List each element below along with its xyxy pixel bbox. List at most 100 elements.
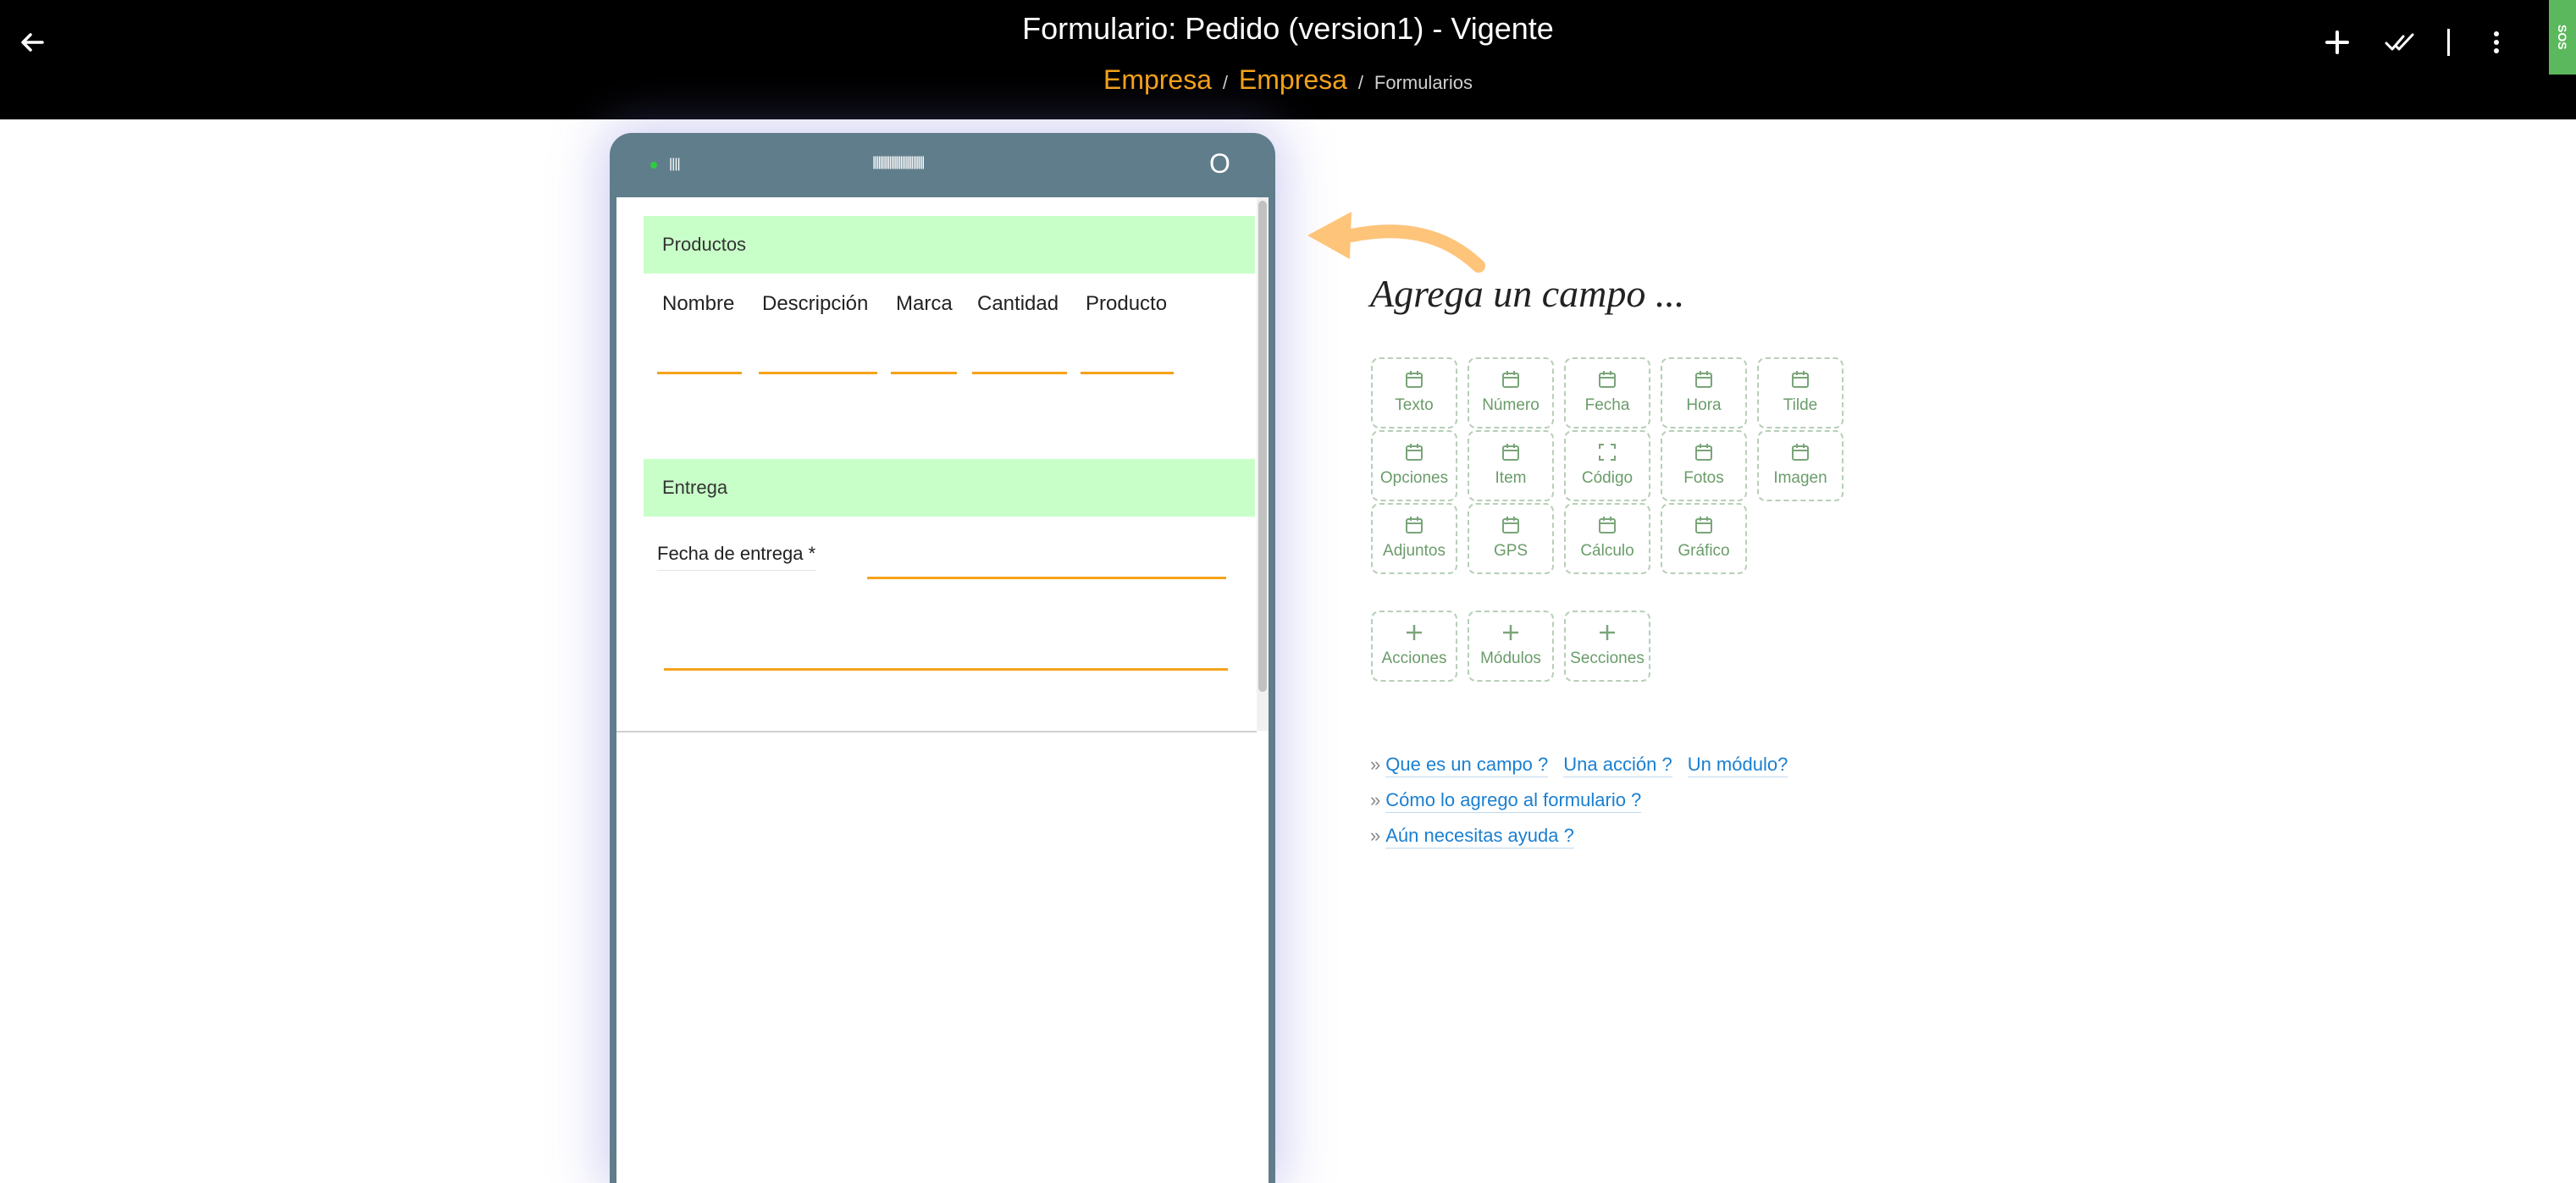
- marca-input[interactable]: [891, 372, 957, 374]
- help-link-necesitas-ayuda[interactable]: Aún necesitas ayuda ?: [1385, 825, 1574, 849]
- tile-label: Cálculo: [1580, 542, 1634, 560]
- phone-camera-icon: O: [1209, 148, 1230, 179]
- field-type-tile[interactable]: Fecha: [1564, 357, 1650, 428]
- column-header-descripcion: Descripción: [762, 292, 869, 315]
- help-line-2: » Cómo lo agrego al formulario ?: [1370, 789, 1656, 813]
- sos-button[interactable]: SOS: [2549, 0, 2576, 75]
- field-type-tile[interactable]: Item: [1468, 430, 1554, 501]
- publish-button[interactable]: [2380, 22, 2420, 63]
- status-dot-icon: [650, 162, 657, 169]
- tile-label: Número: [1482, 396, 1540, 414]
- breadcrumb-link-empresa-1[interactable]: Empresa: [1103, 64, 1212, 95]
- calendar-icon: [1694, 368, 1714, 391]
- calendar-icon: [1597, 513, 1617, 537]
- phone-preview: |||| |||||||||||||||||||||||||||| O Prod…: [610, 133, 1275, 1183]
- section-title: Productos: [662, 234, 747, 255]
- tile-label: Texto: [1395, 396, 1434, 414]
- producto-input[interactable]: [1081, 372, 1174, 374]
- breadcrumb-separator: /: [1357, 72, 1363, 93]
- calendar-icon: [1790, 368, 1810, 391]
- field-type-tile[interactable]: Cálculo: [1564, 503, 1650, 574]
- calendar-icon: [1404, 368, 1424, 391]
- calendar-icon: [1597, 368, 1617, 391]
- tile-label: Item: [1495, 469, 1527, 487]
- help-link-que-es-campo[interactable]: Que es un campo ?: [1385, 754, 1549, 777]
- fecha-entrega-input[interactable]: [867, 577, 1226, 579]
- add-field-heading: Agrega un campo ...: [1370, 272, 1685, 315]
- tile-label: Acciones: [1381, 650, 1447, 667]
- plus-icon: [1404, 621, 1424, 644]
- calendar-icon: [1501, 368, 1521, 391]
- calendar-icon: [1404, 513, 1424, 537]
- help-bullet: »: [1370, 754, 1381, 775]
- help-line-1: » Que es un campo ? Una acción ? Un módulo?: [1370, 754, 1803, 777]
- curved-arrow-icon: [1307, 212, 1485, 273]
- field-type-tile[interactable]: Hora: [1661, 357, 1747, 428]
- field-type-tile[interactable]: Gráfico: [1661, 503, 1747, 574]
- help-line-3: » Aún necesitas ayuda ?: [1370, 825, 1589, 849]
- cantidad-input[interactable]: [972, 372, 1067, 374]
- section-title: Entrega: [662, 477, 728, 498]
- add-type-tile[interactable]: Acciones: [1371, 611, 1457, 682]
- help-bullet: »: [1370, 789, 1381, 810]
- field-type-tile[interactable]: GPS: [1468, 503, 1554, 574]
- double-check-icon: [2385, 33, 2414, 51]
- section-header-productos[interactable]: Productos: [644, 216, 1255, 274]
- field-type-tile[interactable]: Código: [1564, 430, 1650, 501]
- plus-icon: [2325, 30, 2349, 54]
- help-link-una-accion[interactable]: Una acción ?: [1563, 754, 1672, 777]
- help-bullet: »: [1370, 825, 1381, 846]
- plus-icon: [1597, 621, 1617, 644]
- top-bar: Formulario: Pedido (version1) - Vigente …: [0, 0, 2576, 119]
- field-type-tile[interactable]: Imagen: [1757, 430, 1844, 501]
- signal-icon: ||||: [669, 157, 681, 171]
- column-header-nombre: Nombre: [662, 292, 735, 315]
- form-canvas: Productos Nombre Descripción Marca Canti…: [616, 197, 1257, 732]
- field-type-tile[interactable]: Opciones: [1371, 430, 1457, 501]
- calendar-icon: [1694, 513, 1714, 537]
- phone-speaker-bars: ||||||||||||||||||||||||||||: [872, 155, 925, 169]
- tile-label: Módulos: [1480, 650, 1541, 667]
- field-type-tile[interactable]: Texto: [1371, 357, 1457, 428]
- field-type-tile[interactable]: Fotos: [1661, 430, 1747, 501]
- help-link-como-agrego[interactable]: Cómo lo agrego al formulario ?: [1385, 789, 1642, 813]
- tile-label: Secciones: [1570, 650, 1645, 667]
- breadcrumb-link-empresa-2[interactable]: Empresa: [1239, 64, 1347, 95]
- calendar-icon: [1404, 440, 1424, 464]
- calendar-icon: [1501, 440, 1521, 464]
- toolbar-divider: [2447, 29, 2450, 56]
- more-menu-button[interactable]: [2476, 22, 2517, 63]
- tile-label: Adjuntos: [1383, 542, 1446, 560]
- calendar-icon: [1790, 440, 1810, 464]
- tile-label: Código: [1581, 469, 1633, 487]
- field-type-tile[interactable]: Tilde: [1757, 357, 1844, 428]
- breadcrumb: Empresa / Empresa / Formularios: [0, 61, 2576, 102]
- fecha-entrega-extra-input[interactable]: [664, 668, 1228, 671]
- fecha-entrega-label: Fecha de entrega *: [657, 543, 816, 571]
- calendar-icon: [1694, 440, 1714, 464]
- tile-label: Imagen: [1773, 469, 1827, 487]
- form-scrollbar[interactable]: [1257, 197, 1269, 731]
- column-header-cantidad: Cantidad: [977, 292, 1059, 315]
- nombre-input[interactable]: [657, 372, 742, 374]
- column-header-marca: Marca: [896, 292, 953, 315]
- tile-label: Fecha: [1584, 396, 1630, 414]
- tile-label: GPS: [1493, 542, 1528, 560]
- add-button[interactable]: [2317, 22, 2358, 63]
- field-type-tile[interactable]: Adjuntos: [1371, 503, 1457, 574]
- plus-icon: [1501, 621, 1521, 644]
- descripcion-input[interactable]: [759, 372, 877, 374]
- phone-status-bar: |||| |||||||||||||||||||||||||||| O: [610, 133, 1275, 197]
- page-title: Formulario: Pedido (version1) - Vigente: [1022, 11, 1554, 46]
- tile-label: Gráfico: [1678, 542, 1730, 560]
- scan-icon: [1597, 440, 1617, 464]
- breadcrumb-separator: /: [1222, 72, 1229, 93]
- add-type-tile[interactable]: Módulos: [1468, 611, 1554, 682]
- section-header-entrega[interactable]: Entrega: [644, 459, 1255, 517]
- scrollbar-thumb[interactable]: [1258, 201, 1267, 692]
- add-type-tile[interactable]: Secciones: [1564, 611, 1650, 682]
- field-type-tile[interactable]: Número: [1468, 357, 1554, 428]
- tile-label: Opciones: [1379, 469, 1449, 487]
- column-header-producto: Producto: [1086, 292, 1168, 315]
- help-link-un-modulo[interactable]: Un módulo?: [1687, 754, 1788, 777]
